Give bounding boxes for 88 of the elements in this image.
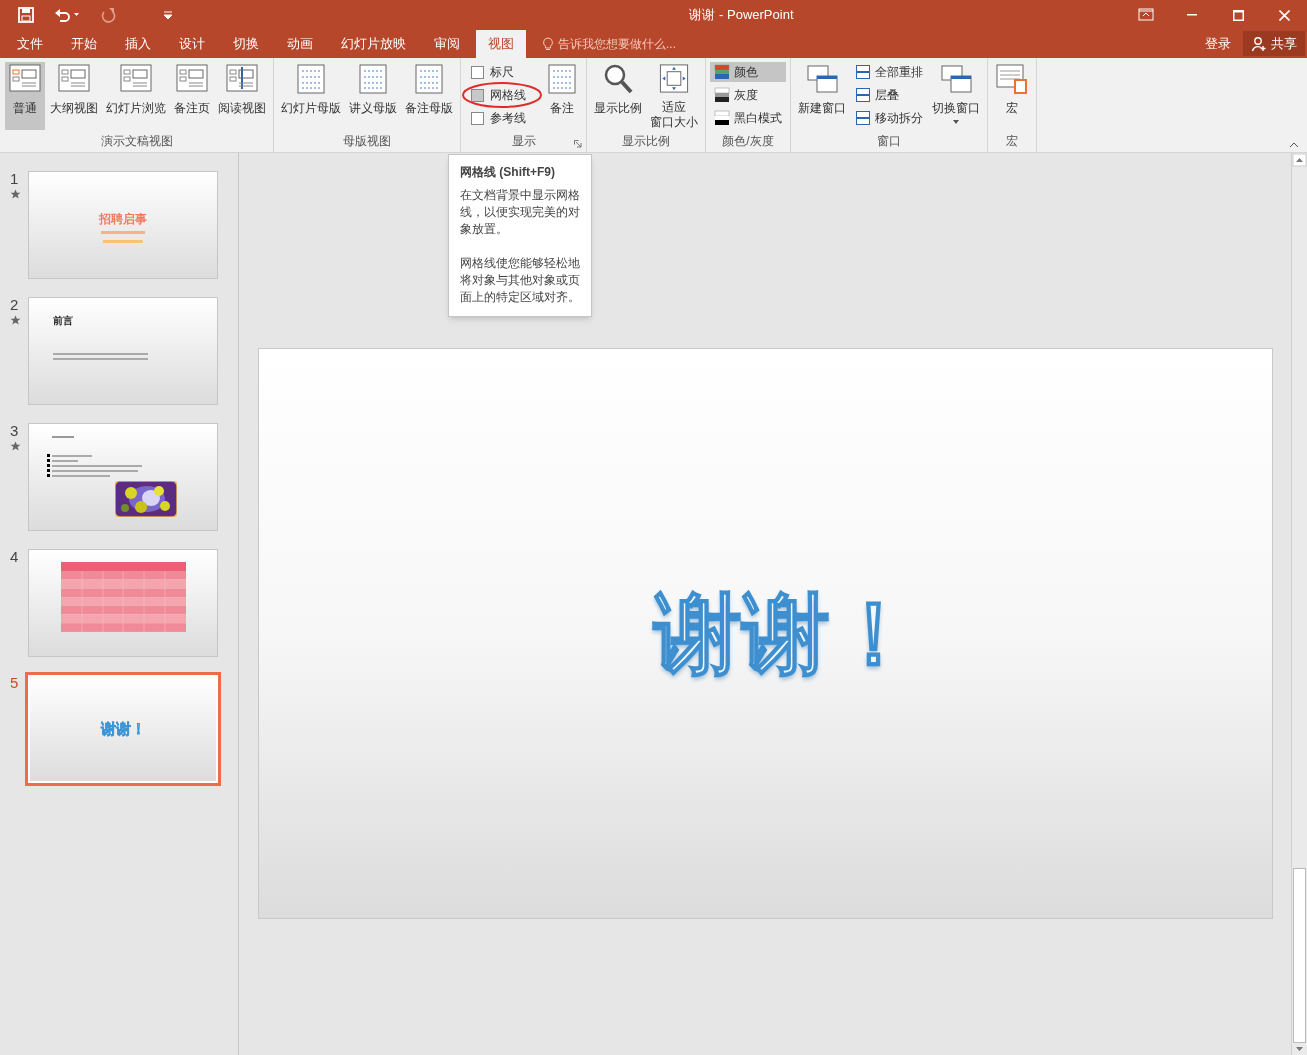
slide-number: 1	[10, 171, 19, 186]
close-icon	[1278, 9, 1290, 21]
ribbon-tab[interactable]: 文件	[5, 30, 55, 58]
group-label: 演示文稿视图	[101, 133, 173, 150]
maximize-icon	[1232, 9, 1244, 21]
windows-icon	[805, 62, 839, 96]
date-line	[103, 240, 143, 243]
ribbon-tab[interactable]: 动画	[275, 30, 325, 58]
color-swatch-icon	[714, 64, 730, 80]
slide-title: 谢谢！	[100, 718, 146, 739]
ribbon-button[interactable]: 切换窗口	[929, 62, 983, 130]
tooltip-text: 在文档背景中显示网格线，以便实现完美的对象放置。	[460, 187, 580, 238]
slide-title: 谢谢！	[653, 589, 918, 678]
dotted-layout-icon	[356, 62, 390, 96]
tooltip-title: 网格线 (Shift+F9)	[460, 164, 556, 181]
slide-number: 2	[10, 297, 19, 312]
slide-title: 招聘启事	[99, 211, 147, 228]
group-label: 显示	[511, 133, 536, 150]
lightbulb-icon	[542, 37, 554, 51]
fit-window-icon	[657, 62, 691, 95]
checkbox[interactable]: 参考线	[465, 108, 532, 128]
group-label: 母版视图	[343, 133, 391, 150]
ribbon-tab[interactable]: 开始	[59, 30, 109, 58]
slide-number: 5	[10, 675, 19, 690]
slide-number: 4	[10, 549, 19, 564]
slide-title: 前言	[53, 314, 74, 328]
slide-thumbnail[interactable]: 前言	[28, 297, 218, 405]
ribbon-button[interactable]: 备注母版	[402, 62, 456, 130]
ribbon-button[interactable]: 适应 窗口大小	[647, 62, 701, 130]
group-label: 宏	[1006, 133, 1018, 150]
ribbon-button[interactable]: 层叠	[851, 85, 927, 105]
ribbon-button[interactable]: 幻灯片母版	[278, 62, 344, 130]
checkbox[interactable]: 标尺	[465, 62, 532, 82]
scroll-up-icon[interactable]	[1292, 153, 1307, 167]
window-title: 谢谢 - PowerPoint	[689, 6, 794, 25]
ribbon-button[interactable]: 普通	[5, 62, 45, 130]
dotted-layout-icon	[412, 62, 446, 96]
ribbon-button[interactable]: 备注页	[171, 62, 213, 130]
share-button[interactable]: 共享	[1243, 31, 1305, 56]
tell-me-field[interactable]: 告诉我您想要做什么...	[542, 30, 676, 58]
color-swatch-icon	[714, 110, 730, 126]
macro-icon	[995, 62, 1029, 96]
subtitle-line	[101, 231, 145, 234]
redo-icon[interactable]	[100, 7, 116, 23]
slide-thumbnail[interactable]	[28, 549, 218, 657]
dialog-launcher-icon[interactable]	[574, 140, 582, 148]
ribbon-button[interactable]: 灰度	[710, 85, 786, 105]
ribbon-button[interactable]: 幻灯片浏览	[103, 62, 169, 130]
ribbon-button[interactable]: 宏	[992, 62, 1032, 130]
ribbon-button[interactable]: 移动拆分	[851, 108, 927, 128]
dotted-layout-icon	[545, 62, 579, 96]
add-person-icon	[1251, 35, 1267, 52]
tooltip-text: 网格线使您能够轻松地将对象与其他对象或页面上的特定区域对齐。	[460, 255, 580, 306]
ribbon-display-icon[interactable]	[1138, 8, 1154, 22]
ribbon-button[interactable]: 显示比例	[591, 62, 645, 130]
save-icon[interactable]	[18, 7, 34, 23]
sign-in-link[interactable]: 登录	[1193, 30, 1243, 58]
ribbon-tab[interactable]: 设计	[167, 30, 217, 58]
group-label: 窗口	[877, 133, 901, 150]
ribbon-button[interactable]: 讲义母版	[346, 62, 400, 130]
ribbon-tab[interactable]: 审阅	[422, 30, 472, 58]
minimize-icon	[1187, 14, 1197, 16]
ribbon-button[interactable]: 全部重排	[851, 62, 927, 82]
ribbon-button[interactable]: 颜色	[710, 62, 786, 82]
color-swatch-icon	[714, 87, 730, 103]
ribbon-button[interactable]: 新建窗口	[795, 62, 849, 130]
vertical-scrollbar[interactable]	[1291, 153, 1307, 1055]
dotted-layout-icon	[294, 62, 328, 96]
window-arrange-icon	[855, 110, 871, 126]
slide-number: 3	[10, 423, 19, 438]
ribbon-tab[interactable]: 切换	[221, 30, 271, 58]
window-arrange-icon	[855, 64, 871, 80]
ribbon-tab[interactable]: 幻灯片放映	[329, 30, 418, 58]
ribbon-button[interactable]: 阅读视图	[215, 62, 269, 130]
ribbon-button[interactable]: 黑白模式	[710, 108, 786, 128]
undo-icon[interactable]	[54, 7, 80, 23]
group-label: 显示比例	[622, 133, 670, 150]
collapse-ribbon-icon[interactable]	[1289, 142, 1299, 148]
ribbon-button[interactable]: 大纲视图	[47, 62, 101, 130]
windows-icon	[939, 62, 973, 96]
slide-thumbnail[interactable]	[28, 423, 218, 531]
ribbon-tab[interactable]: 插入	[113, 30, 163, 58]
ribbon-button[interactable]: 备注	[542, 62, 582, 130]
group-label: 颜色/灰度	[722, 133, 774, 150]
heading-line	[52, 436, 74, 438]
ribbon-tab[interactable]: 视图	[476, 30, 526, 58]
window-arrange-icon	[855, 87, 871, 103]
scrollbar-thumb[interactable]	[1293, 868, 1306, 1043]
